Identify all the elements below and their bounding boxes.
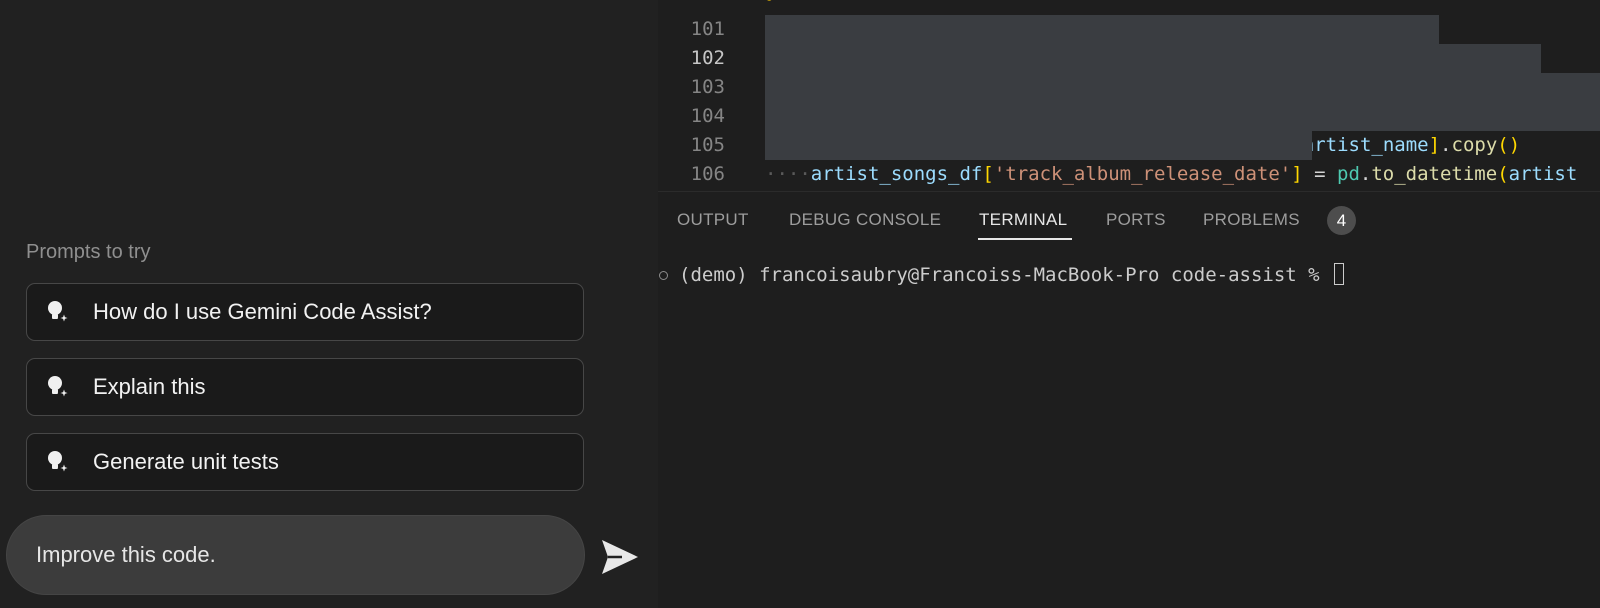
lightbulb-sparkle-icon	[48, 451, 71, 475]
code-line-104: 104 ····artist_songs_df['track_album_rel…	[658, 73, 1600, 185]
gemini-chat-panel: Prompts to try How do I use Gemini Code …	[0, 0, 658, 608]
chat-input[interactable]	[34, 541, 558, 569]
tab-output[interactable]: OUTPUT	[677, 210, 749, 230]
prompt-unit-tests-button[interactable]: Generate unit tests	[26, 433, 584, 491]
code-line-102: 102 def analize_artist_popularity_over_t…	[658, 15, 1600, 127]
code-line-107: 107	[658, 160, 1600, 189]
tab-terminal[interactable]: TERMINAL	[979, 210, 1067, 230]
send-icon[interactable]	[600, 538, 640, 576]
active-tab-indicator	[978, 238, 1072, 240]
code-line-101: 101 ●	[690, 0, 774, 40]
prompt-label: Explain this	[93, 374, 206, 399]
code-line-106: 106 ····return artist_songs_df['track_po…	[658, 131, 1600, 185]
terminal-view[interactable]: (demo) francoisaubry@Francoiss-MacBook-P…	[658, 262, 1600, 608]
tab-debug-console[interactable]: DEBUG CONSOLE	[789, 210, 941, 230]
code-line-105: 105 ····artist_songs_df = artist_songs_d…	[658, 102, 1600, 156]
terminal-prompt-line: (demo) francoisaubry@Francoiss-MacBook-P…	[679, 262, 1345, 288]
command-status-icon[interactable]	[659, 271, 668, 280]
chat-input-container	[6, 515, 585, 595]
tab-ports[interactable]: PORTS	[1106, 210, 1166, 230]
terminal-prompt: (demo) francoisaubry@Francoiss-MacBook-P…	[679, 264, 1332, 286]
prompt-label: Generate unit tests	[93, 449, 279, 474]
prompt-label: How do I use Gemini Code Assist?	[93, 299, 432, 324]
terminal-cursor	[1334, 263, 1345, 285]
code-editor[interactable]: 101 ● 102 def analize_artist_popularity_…	[658, 0, 1600, 191]
prompt-how-to-use-button[interactable]: How do I use Gemini Code Assist?	[26, 283, 584, 341]
code-line-103: 103 ····artist_songs_df = df[df['track_a…	[658, 44, 1600, 156]
tab-problems[interactable]: PROBLEMS	[1203, 210, 1300, 230]
panel-tab-bar: OUTPUT DEBUG CONSOLE TERMINAL PORTS PROB…	[658, 192, 1600, 242]
prompts-heading: Prompts to try	[26, 241, 151, 263]
lightbulb-sparkle-icon	[48, 376, 71, 400]
problems-count-badge: 4	[1327, 206, 1356, 235]
lightbulb-sparkle-icon	[48, 301, 71, 325]
prompt-explain-button[interactable]: Explain this	[26, 358, 584, 416]
